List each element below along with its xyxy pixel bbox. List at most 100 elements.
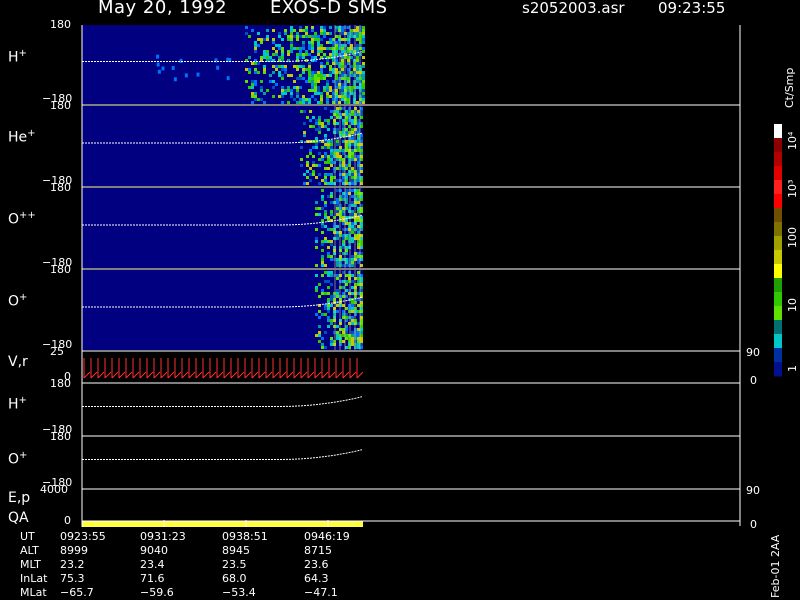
spectrogram-cell <box>320 44 323 47</box>
y-tick-top-1: 180 <box>50 99 71 112</box>
spectrogram-cell <box>278 74 281 77</box>
spectrogram-cell <box>311 83 314 86</box>
spectrogram-cell <box>351 179 354 182</box>
spectrogram-cell <box>336 207 339 210</box>
panel-label-3-sup: + <box>19 292 28 303</box>
spectrogram-cell <box>327 119 330 122</box>
spectrogram-cell <box>254 95 257 98</box>
spectrogram-cell <box>341 68 344 71</box>
spectrogram-cell <box>341 26 344 29</box>
spectrogram-cell <box>157 69 161 74</box>
spectrogram-cell <box>321 313 324 316</box>
colorbar-tick-1: 10³ <box>786 179 799 198</box>
spectrogram-cell <box>315 137 318 140</box>
spectrogram-cell <box>320 77 323 80</box>
spectrogram-cell <box>336 210 339 213</box>
spectrogram-cell <box>173 77 177 82</box>
spectrogram-cell <box>341 86 344 89</box>
spectrogram-cell <box>330 158 333 161</box>
spectrogram-cell <box>330 195 333 198</box>
spectrogram-cell <box>272 53 275 56</box>
spectrogram-cell <box>323 77 326 80</box>
spectrogram-cell <box>263 71 266 74</box>
spectrogram-cell <box>315 237 318 240</box>
spectrogram-cell <box>326 47 329 50</box>
spectrogram-cell <box>299 74 302 77</box>
y-tick-top-7: 4000 <box>40 483 68 496</box>
spectrogram-cell <box>351 319 354 322</box>
spectrogram-cell <box>254 50 257 53</box>
panel-label-8: QA <box>8 510 29 526</box>
spectrogram-cell <box>326 83 329 86</box>
right-tick-bottom-4: 0 <box>750 374 757 387</box>
spectrogram-cell <box>324 134 327 137</box>
spectrogram-cell <box>351 322 354 325</box>
colorbar-swatch <box>774 348 782 363</box>
spectrogram-cell <box>318 173 321 176</box>
spectrogram-cell <box>251 62 254 65</box>
spectrogram-cell <box>318 158 321 161</box>
spectrogram-cell <box>275 65 278 68</box>
spectrogram-cell <box>351 182 354 185</box>
spectrogram-cell <box>330 179 333 182</box>
spectrogram-cell <box>248 68 251 71</box>
spectrogram-cell <box>330 298 333 301</box>
spectrogram-cell <box>356 32 359 35</box>
spectrogram-cell <box>281 56 284 59</box>
spectrogram-cell <box>321 264 324 267</box>
spectrogram-cell <box>324 119 327 122</box>
spectrogram-cell <box>317 71 320 74</box>
spectrogram-cell <box>351 189 354 192</box>
spectrogram-cell <box>293 47 296 50</box>
spectrogram-cell <box>321 146 324 149</box>
spectrogram-cell <box>356 47 359 50</box>
spectrogram-cell <box>311 50 314 53</box>
spectrogram-cell <box>303 182 306 185</box>
panel-cells-2 <box>315 189 363 267</box>
spectrogram-cell <box>327 182 330 185</box>
spectrogram-cell <box>351 167 354 170</box>
spectrogram-cell <box>324 240 327 243</box>
spectrogram-cell <box>330 337 333 340</box>
spectrogram-cell <box>356 71 359 74</box>
spectrogram-cell <box>311 41 314 44</box>
spectrogram-cell <box>330 143 333 146</box>
spectrogram-cell <box>315 240 318 243</box>
spectrogram-cell <box>320 62 323 65</box>
spectrogram-cell <box>329 74 332 77</box>
spectrogram-cell <box>323 65 326 68</box>
spectrogram-cell <box>351 140 354 143</box>
panel-fill-2 <box>82 188 363 268</box>
spectrogram-cell <box>251 92 254 95</box>
spectrogram-cell <box>321 255 324 258</box>
spectrogram-cell <box>302 56 305 59</box>
spectrogram-cell <box>251 101 254 104</box>
spectrogram-cell <box>362 74 365 77</box>
spectrogram-cell <box>311 38 314 41</box>
spectrogram-cell <box>329 38 332 41</box>
colorbar-swatch <box>774 166 782 181</box>
spectrogram-cell <box>290 95 293 98</box>
spectrogram-cell <box>324 179 327 182</box>
spectrogram-cell <box>272 41 275 44</box>
spectrogram-cell <box>336 179 339 182</box>
colorbar-tick-0: 10⁴ <box>786 131 799 150</box>
spectrogram-cell <box>336 292 339 295</box>
spectrogram-cell <box>336 289 339 292</box>
spectrogram-cell <box>305 80 308 83</box>
colorbar-tick-4: 1 <box>786 365 799 372</box>
spectrogram-cell <box>336 131 339 134</box>
spectrogram-cell <box>324 292 327 295</box>
spectrogram-cell <box>326 98 329 101</box>
spectrogram-cell <box>324 143 327 146</box>
spectrogram-cell <box>327 173 330 176</box>
spectrogram-cell <box>293 98 296 101</box>
spectrogram-cell <box>299 77 302 80</box>
spectrogram-cell <box>336 310 339 313</box>
ephemeris-value: −53.4 <box>222 586 256 599</box>
spectrogram-cell <box>326 80 329 83</box>
spectrogram-cell <box>356 44 359 47</box>
spectrogram-cell <box>254 83 257 86</box>
spectrogram-cell <box>318 128 321 131</box>
spectrogram-cell <box>306 116 309 119</box>
